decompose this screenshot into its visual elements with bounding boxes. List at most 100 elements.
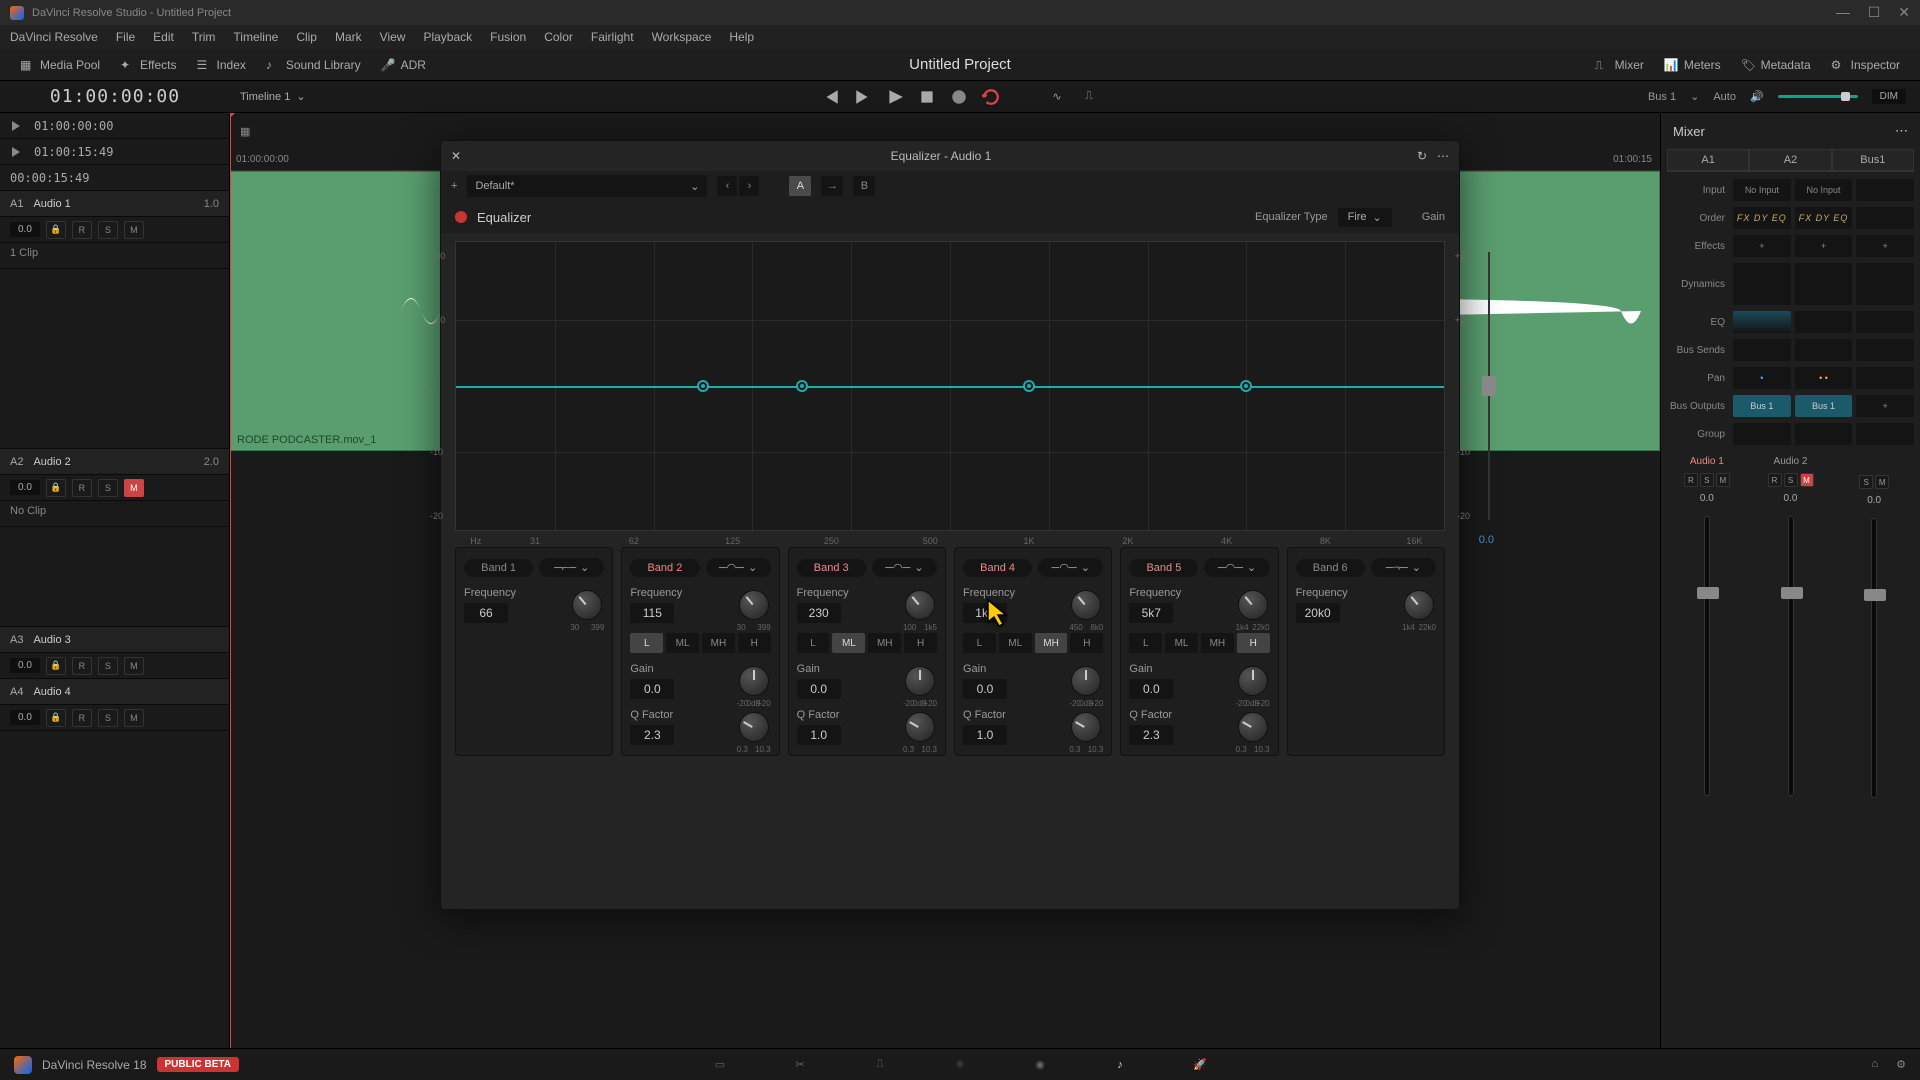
menu-item[interactable]: Color	[544, 30, 573, 44]
range-button[interactable]: H	[1237, 633, 1270, 653]
frequency-knob[interactable]: 30399	[737, 588, 771, 622]
fusion-page-icon[interactable]: ⚛	[950, 1055, 970, 1075]
range-button[interactable]: H	[1070, 633, 1103, 653]
lock-button[interactable]: 🔒	[46, 479, 66, 497]
track-header[interactable]: A1Audio 11.0	[0, 191, 229, 217]
mute-button[interactable]: M	[124, 657, 144, 675]
range-button[interactable]: H	[904, 633, 937, 653]
prev-preset-button[interactable]: ‹	[717, 176, 737, 196]
frequency-value[interactable]: 20k0	[1296, 603, 1340, 623]
solo-button[interactable]: S	[98, 221, 118, 239]
pan-cell[interactable]: •	[1733, 367, 1791, 389]
menu-item[interactable]: File	[116, 30, 135, 44]
band-toggle[interactable]: Band 5	[1129, 559, 1198, 577]
q-knob[interactable]: 0.310.3	[1069, 710, 1103, 744]
gain-value[interactable]: 0.0	[797, 679, 841, 699]
add-preset-icon[interactable]: +	[451, 180, 457, 192]
menu-item[interactable]: View	[380, 30, 406, 44]
close-icon[interactable]: ✕	[451, 149, 465, 163]
volume-slider[interactable]	[1778, 95, 1858, 98]
range-button[interactable]: L	[1129, 633, 1162, 653]
track-volume[interactable]: 0.0	[10, 710, 40, 725]
range-button[interactable]: L	[797, 633, 830, 653]
frequency-value[interactable]: 66	[464, 603, 508, 623]
effects-button[interactable]: ✦Effects	[110, 54, 186, 76]
more-icon[interactable]: ⋯	[1437, 149, 1449, 163]
lock-button[interactable]: 🔒	[46, 221, 66, 239]
settings-icon[interactable]: ⚙	[1896, 1058, 1906, 1071]
ab-copy-button[interactable]: →	[821, 176, 843, 196]
order-cell[interactable]: FX DY EQ	[1795, 207, 1853, 229]
auto-label[interactable]: Auto	[1713, 91, 1736, 103]
speaker-icon[interactable]: 🔊	[1750, 90, 1764, 103]
eq-node[interactable]	[1023, 380, 1035, 392]
settings-icon[interactable]: ⎍	[1080, 88, 1098, 106]
mute-button[interactable]: M	[1800, 473, 1814, 487]
gain-value[interactable]: 0.0	[630, 679, 674, 699]
mixer-tab[interactable]: A2	[1749, 149, 1831, 171]
prev-button[interactable]	[822, 88, 840, 106]
mute-button[interactable]: M	[124, 221, 144, 239]
q-knob[interactable]: 0.310.3	[737, 710, 771, 744]
deliver-page-icon[interactable]: 🚀	[1190, 1055, 1210, 1075]
mixer-tab[interactable]: Bus1	[1832, 149, 1914, 171]
maximize-icon[interactable]: ☐	[1868, 4, 1881, 21]
eq-node[interactable]	[796, 380, 808, 392]
solo-button[interactable]: S	[1700, 473, 1714, 487]
playhead[interactable]	[230, 113, 231, 1048]
frequency-knob[interactable]: 30399	[570, 588, 604, 622]
range-button[interactable]: ML	[666, 633, 699, 653]
bus-selector[interactable]: Bus 1	[1648, 91, 1676, 103]
home-icon[interactable]: ⌂	[1871, 1058, 1878, 1071]
filter-type-selector[interactable]: ─◠─ ⌄	[1204, 558, 1269, 577]
q-knob[interactable]: 0.310.3	[903, 710, 937, 744]
dynamics-cell[interactable]	[1733, 263, 1791, 305]
range-button[interactable]: MH	[868, 633, 901, 653]
band-toggle[interactable]: Band 4	[963, 559, 1032, 577]
meters-button[interactable]: 📊Meters	[1654, 54, 1731, 76]
stop-button[interactable]	[918, 88, 936, 106]
menu-item[interactable]: Fusion	[490, 30, 526, 44]
menu-item[interactable]: Help	[729, 30, 754, 44]
cut-page-icon[interactable]: ✂	[790, 1055, 810, 1075]
frequency-value[interactable]: 1k1	[963, 603, 1007, 623]
fader[interactable]	[1788, 516, 1794, 796]
range-button[interactable]: ML	[999, 633, 1032, 653]
view-mode-icon[interactable]: ▦	[240, 125, 250, 138]
range-button[interactable]: L	[963, 633, 996, 653]
menu-item[interactable]: Trim	[192, 30, 216, 44]
solo-button[interactable]: S	[98, 709, 118, 727]
menu-item[interactable]: Fairlight	[591, 30, 634, 44]
track-volume[interactable]: 0.0	[10, 658, 40, 673]
frequency-knob[interactable]: 1001k5	[903, 588, 937, 622]
fader[interactable]	[1704, 516, 1710, 796]
q-knob[interactable]: 0.310.3	[1236, 710, 1270, 744]
record-button[interactable]	[950, 88, 968, 106]
effects-cell[interactable]: +	[1733, 235, 1791, 257]
mute-button[interactable]: M	[1716, 473, 1730, 487]
track-header[interactable]: A3Audio 3	[0, 627, 229, 653]
dim-button[interactable]: DIM	[1872, 89, 1906, 104]
menu-item[interactable]: Workspace	[652, 30, 712, 44]
band-toggle[interactable]: Band 2	[630, 559, 699, 577]
media-page-icon[interactable]: ▭	[710, 1055, 730, 1075]
q-value[interactable]: 1.0	[963, 725, 1007, 745]
frequency-knob[interactable]: 1k422k0	[1236, 588, 1270, 622]
enable-toggle[interactable]	[455, 211, 467, 223]
preset-selector[interactable]: Default*⌄	[467, 175, 707, 197]
gain-knob[interactable]: -200dB+20	[903, 664, 937, 698]
arm-button[interactable]: R	[1768, 473, 1782, 487]
ab-b-button[interactable]: B	[853, 176, 875, 196]
solo-button[interactable]: S	[1784, 473, 1798, 487]
gain-value[interactable]: 0.0	[1129, 679, 1173, 699]
eq-node[interactable]	[1240, 380, 1252, 392]
media-pool-button[interactable]: ▦Media Pool	[10, 54, 110, 76]
input-cell[interactable]: No Input	[1795, 179, 1853, 201]
menu-item[interactable]: Edit	[153, 30, 174, 44]
frequency-value[interactable]: 115	[630, 603, 674, 623]
menu-item[interactable]: Clip	[296, 30, 317, 44]
mixer-button[interactable]: ⎍Mixer	[1585, 54, 1654, 76]
reset-icon[interactable]: ↻	[1417, 149, 1427, 163]
frequency-knob[interactable]: 1k422k0	[1402, 588, 1436, 622]
gain-knob[interactable]: -200dB+20	[1236, 664, 1270, 698]
